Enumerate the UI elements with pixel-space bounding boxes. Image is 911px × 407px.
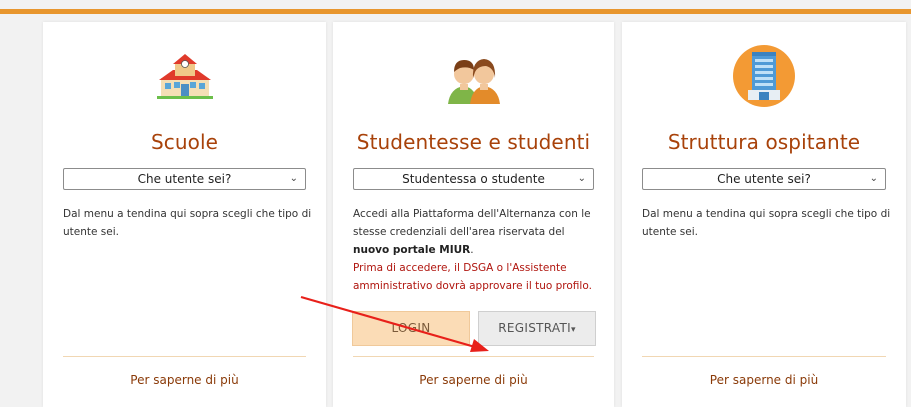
register-label: REGISTRATI (498, 321, 571, 335)
user-type-select[interactable]: Che utente sei? ⌄ (642, 168, 886, 190)
card-title: Struttura ospitante (667, 130, 861, 154)
card-description: Dal menu a tendina qui sopra scegli che … (63, 208, 312, 238)
card-description: Dal menu a tendina qui sopra scegli che … (642, 208, 891, 238)
select-value: Che utente sei? (137, 172, 232, 186)
learn-more-link[interactable]: Per saperne di più (622, 373, 906, 387)
register-button[interactable]: REGISTRATI▾ (478, 311, 596, 346)
chevron-down-icon: ⌄ (577, 173, 586, 184)
office-building-icon (732, 44, 796, 108)
students-icon (442, 44, 506, 108)
card-scuole: Scuole Che utente sei? ⌄ Dal menu a tend… (43, 22, 326, 407)
chevron-down-icon: ⌄ (869, 173, 878, 184)
card-struttura: Struttura ospitante Che utente sei? ⌄ Da… (622, 22, 906, 407)
school-building-icon (153, 44, 217, 108)
card-title: Scuole (150, 130, 219, 154)
divider (353, 356, 594, 357)
caret-down-icon: ▾ (570, 325, 576, 335)
description-text: Accedi alla Piattaforma dell'Alternanza … (353, 208, 591, 238)
select-value: Studentessa o studente (402, 172, 545, 186)
learn-more-link[interactable]: Per saperne di più (333, 373, 614, 387)
divider (63, 356, 306, 357)
miur-portal-link: nuovo portale MIUR (353, 244, 471, 256)
chevron-down-icon: ⌄ (289, 173, 298, 184)
card-studenti: Studentesse e studenti Studentessa o stu… (333, 22, 614, 407)
approval-warning: Prima di accedere, il DSGA o l'Assistent… (353, 262, 592, 292)
top-bar (0, 0, 911, 14)
card-title: Studentesse e studenti (356, 130, 591, 154)
card-description: Accedi alla Piattaforma dell'Alternanza … (353, 205, 600, 295)
login-button[interactable]: LOGIN (352, 311, 470, 346)
learn-more-link[interactable]: Per saperne di più (43, 373, 326, 387)
select-value: Che utente sei? (717, 172, 811, 186)
accent-stripe (0, 9, 911, 14)
student-type-select[interactable]: Studentessa o studente ⌄ (353, 168, 594, 190)
user-type-select[interactable]: Che utente sei? ⌄ (63, 168, 306, 190)
divider (642, 356, 886, 357)
description-end: . (470, 244, 474, 256)
